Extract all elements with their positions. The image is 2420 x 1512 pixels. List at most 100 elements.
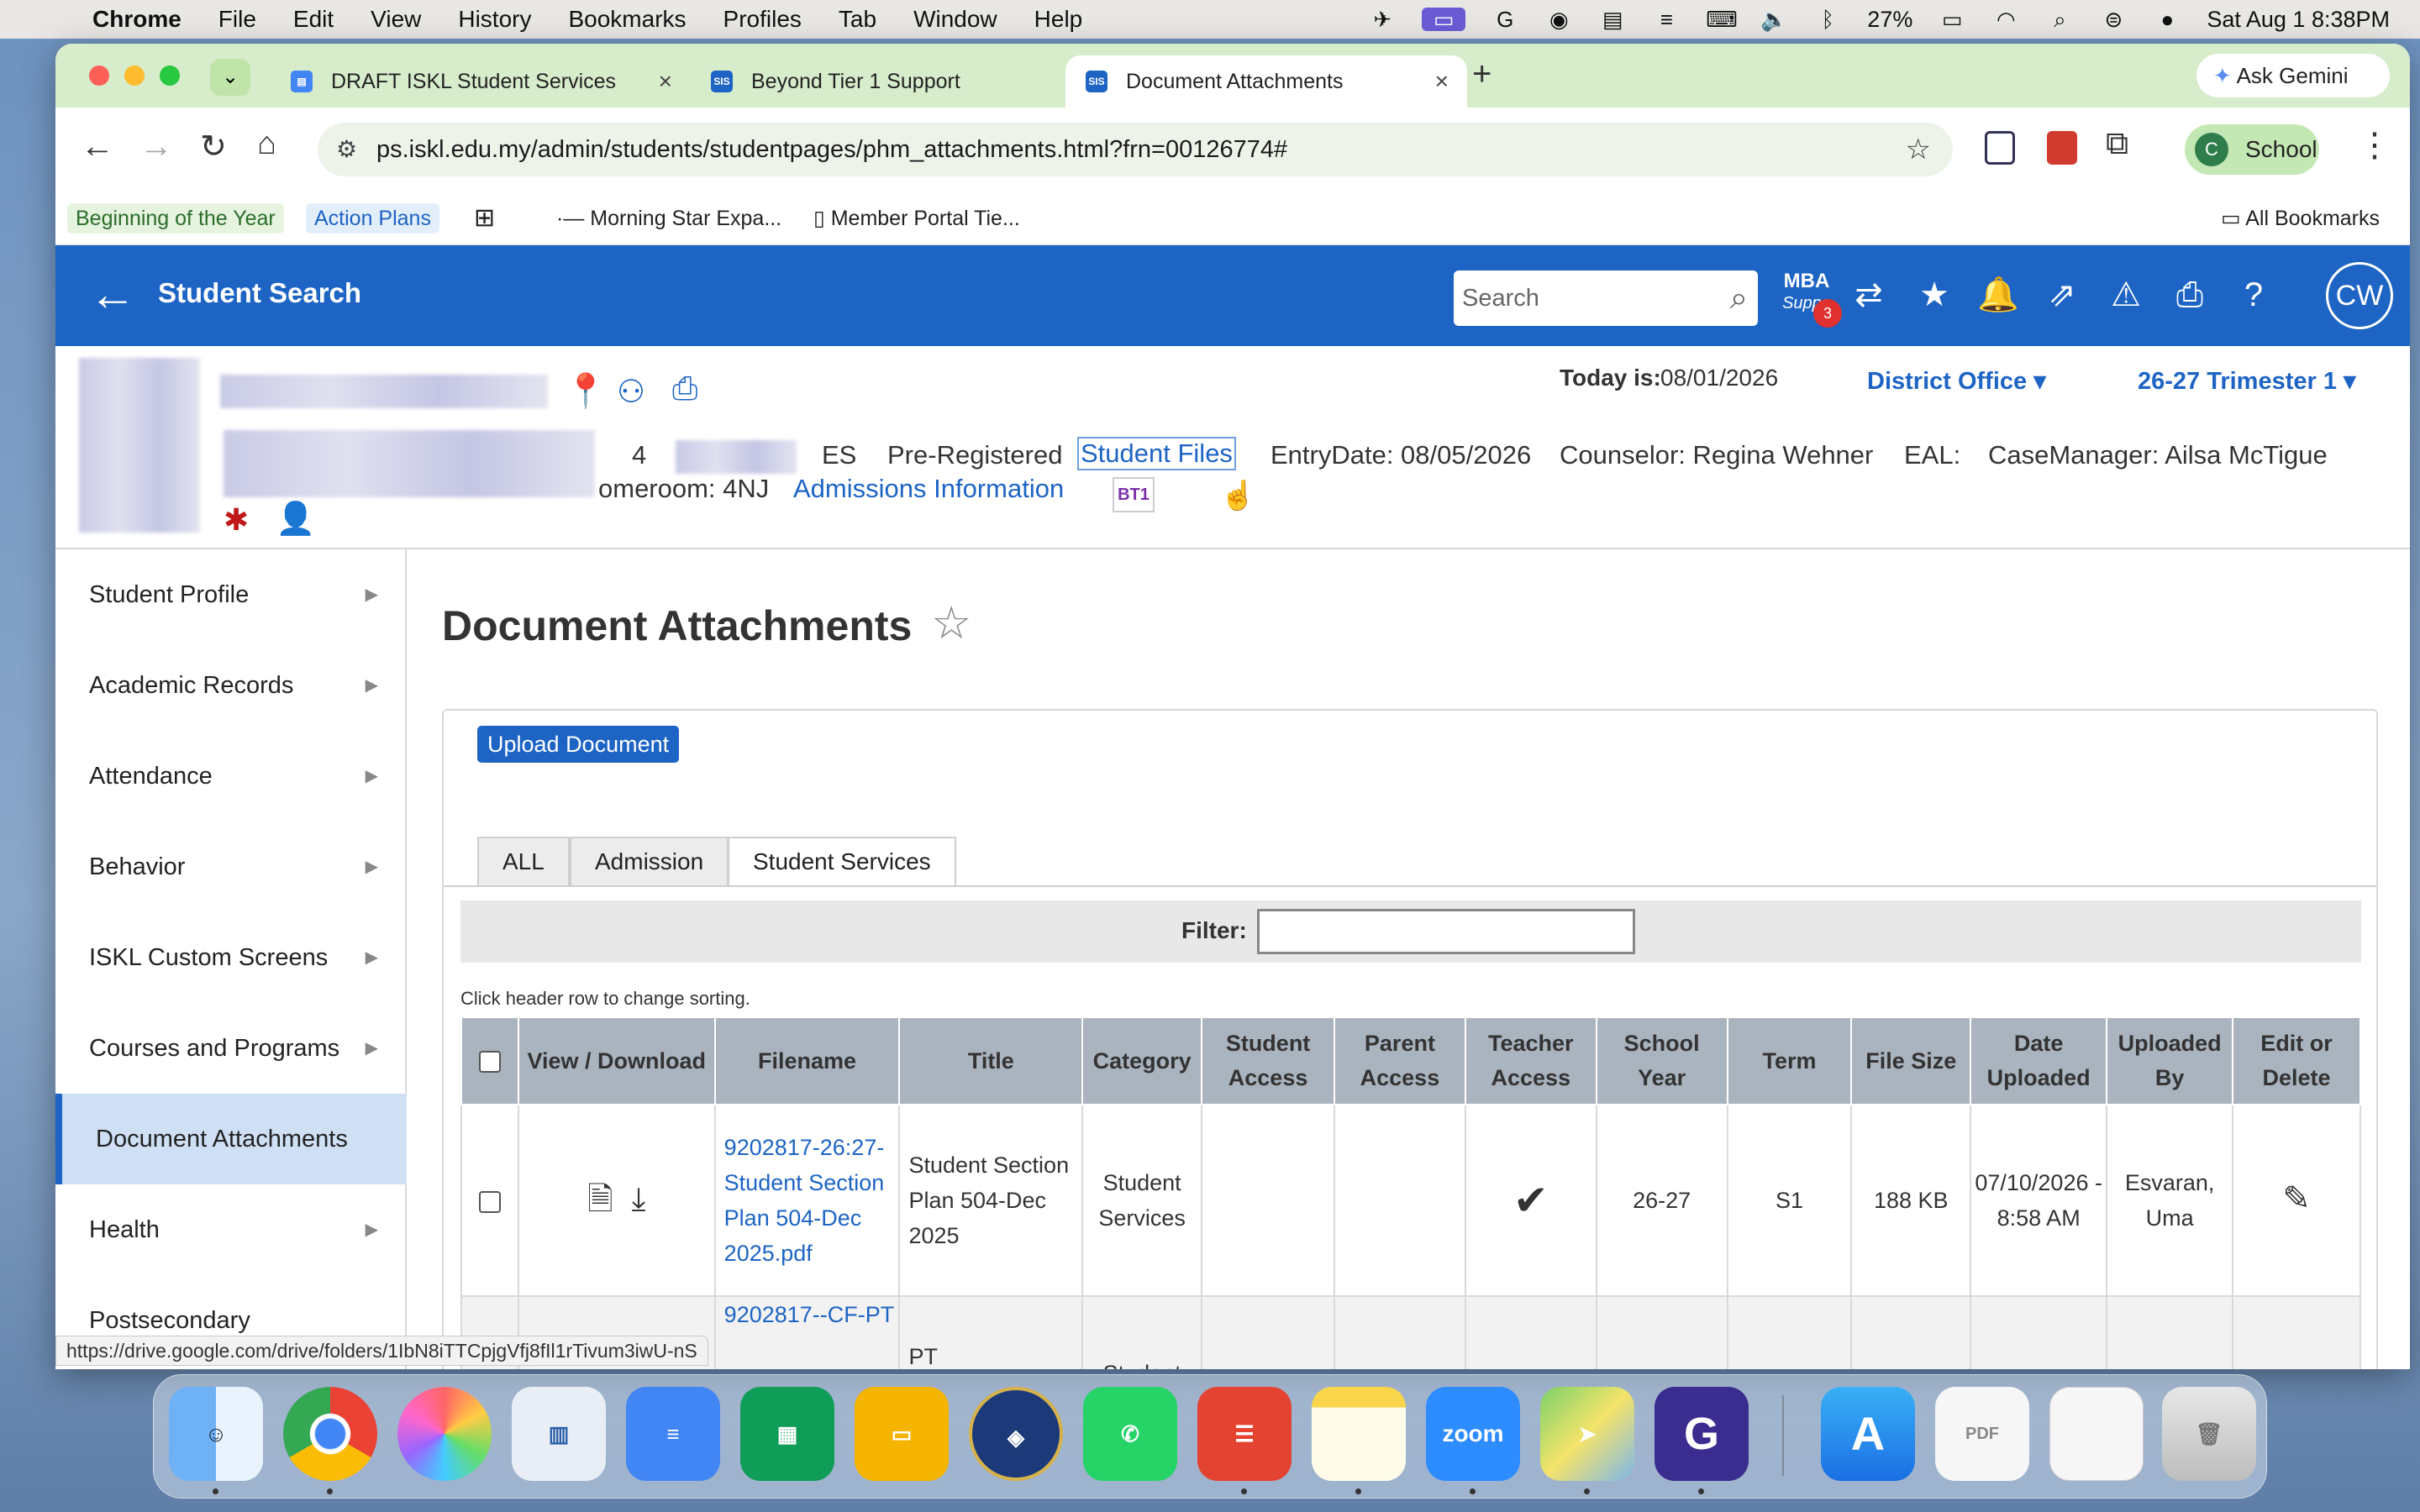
menu-bookmarks[interactable]: Bookmarks (568, 6, 686, 33)
new-tab-plus-icon[interactable]: + (1472, 55, 1491, 93)
google-slides-icon[interactable]: ▭ (855, 1387, 949, 1481)
grammarly-menu-icon[interactable]: G (1491, 8, 1519, 31)
keynote-icon[interactable]: ▥ (512, 1387, 606, 1481)
upload-document-button[interactable]: Upload Document (477, 726, 680, 763)
google-docs-icon[interactable]: ≡ (626, 1387, 720, 1481)
search-icon[interactable]: ⌕ (1730, 270, 1748, 326)
maps-icon[interactable]: ➤ (1540, 1387, 1634, 1481)
bluetooth-icon[interactable]: ᛒ (1813, 8, 1842, 31)
bookmark-action-plans[interactable]: Action Plans (306, 203, 439, 234)
close-tab-icon[interactable]: × (1435, 68, 1449, 95)
menu-window[interactable]: Window (913, 6, 997, 33)
ask-gemini-button[interactable]: ✦ Ask Gemini (2196, 54, 2390, 97)
reload-icon[interactable]: ↻ (200, 128, 227, 165)
control-center-icon[interactable]: ⊜ (2099, 8, 2128, 31)
user-tag-icon[interactable]: 👤 (276, 501, 315, 538)
help-icon[interactable]: ? (2232, 274, 2275, 316)
sidebar-item-attendance[interactable]: Attendance ▶ (55, 731, 407, 822)
google-sheets-icon[interactable]: ▦ (740, 1387, 834, 1481)
column-header[interactable]: Title (898, 1016, 1084, 1105)
menu-edit[interactable]: Edit (293, 6, 334, 33)
menu-app-name[interactable]: Chrome (92, 6, 182, 33)
switch-arrows-icon[interactable]: ⇄ (1847, 274, 1891, 316)
sidebar-item-courses-programs[interactable]: Courses and Programs ▶ (55, 1003, 407, 1094)
extension-todoist-icon[interactable] (2047, 131, 2077, 165)
student-files-link[interactable]: Student Files (1077, 437, 1236, 470)
sidebar-item-document-attachments[interactable]: Document Attachments (55, 1094, 407, 1184)
screen-share-icon[interactable]: ▭ (1422, 8, 1466, 31)
notifications-bell-icon[interactable]: 🔔 (1976, 274, 2020, 316)
volume-icon[interactable]: 🔈 (1760, 8, 1788, 31)
column-header[interactable]: Uploaded By (2106, 1016, 2234, 1105)
menu-tab[interactable]: Tab (839, 6, 876, 33)
location-pin-icon[interactable]: 📍 (565, 371, 607, 411)
minimize-window-button[interactable] (124, 66, 145, 86)
column-header[interactable]: Term (1726, 1016, 1853, 1105)
spotlight-search-icon[interactable]: ⌕ (2045, 8, 2074, 31)
menu-history[interactable]: History (458, 6, 531, 33)
site-info-icon[interactable]: ⚙ (336, 123, 357, 176)
sidebar-item-health[interactable]: Health ▶ (55, 1184, 407, 1275)
siri-icon[interactable]: ● (2153, 8, 2181, 31)
column-header[interactable]: Teacher Access (1464, 1016, 1597, 1105)
tab-search-chevron-icon[interactable]: ⌄ (210, 59, 250, 96)
tab-beyond-tier[interactable]: SIS Beyond Tier 1 Support × (691, 55, 1107, 108)
close-tab-icon[interactable]: × (659, 68, 672, 95)
zoom-menu-icon[interactable]: ◉ (1544, 8, 1573, 31)
zoom-window-button[interactable] (160, 66, 180, 86)
address-bar[interactable]: ⚙ ps.iskl.edu.my/admin/students/studentp… (318, 123, 1953, 176)
keyboard-icon[interactable]: ⌨ (1706, 8, 1738, 31)
bookmark-member-portal[interactable]: ▯ Member Portal Tie... (805, 203, 1028, 234)
chrome-menu-icon[interactable]: ⋮ (2358, 126, 2391, 165)
filename-link[interactable]: 9202817-26:27-Student Section Plan 504-D… (713, 1104, 901, 1297)
home-icon[interactable]: ⌂ (257, 126, 276, 162)
whatsapp-icon[interactable]: ✆ (1083, 1387, 1177, 1481)
close-window-button[interactable] (89, 66, 109, 86)
student-search-link[interactable]: Student Search (158, 277, 361, 309)
row-select-cell[interactable] (460, 1104, 519, 1297)
term-dropdown[interactable]: 26-27 Trimester 1 ▾ (2138, 366, 2356, 396)
filter-input[interactable] (1257, 909, 1635, 954)
column-header[interactable]: Student Access (1201, 1016, 1335, 1105)
view-document-icon[interactable]: 🗎 (587, 1182, 613, 1217)
header-search-input[interactable]: Search ⌕ (1454, 270, 1758, 326)
todoist-icon[interactable]: ☰ (1197, 1387, 1292, 1481)
column-header[interactable]: School Year (1595, 1016, 1728, 1105)
battery-icon[interactable]: ▭ (1938, 8, 1966, 31)
tab-draft-iskl[interactable]: ▤ DRAFT ISKL Student Services × (271, 55, 691, 108)
sidebar-item-behavior[interactable]: Behavior ▶ (55, 822, 407, 912)
column-header[interactable]: Edit or Delete (2232, 1016, 2361, 1105)
trash-icon[interactable]: 🗑 (2162, 1387, 2256, 1481)
add-favorite-star-icon[interactable]: ☆ (931, 596, 971, 649)
user-avatar[interactable]: CW (2326, 262, 2393, 329)
tab-admission[interactable]: Admission (570, 837, 729, 887)
zoom-icon[interactable]: zoom (1426, 1387, 1520, 1481)
bookmark-morning-star[interactable]: ·— Morning Star Expa... (548, 203, 790, 234)
forward-arrow-icon[interactable]: → (139, 128, 173, 165)
grammarly-icon[interactable]: G (1655, 1387, 1749, 1481)
alert-triangle-icon[interactable]: ⚠ (2104, 274, 2148, 316)
back-arrow-icon[interactable]: ← (81, 128, 114, 165)
admissions-information-link[interactable]: Admissions Information (793, 474, 1064, 504)
tab-document-attachments[interactable]: SIS Document Attachments × (1065, 55, 1467, 108)
tab-all[interactable]: ALL (477, 837, 570, 887)
favorites-star-icon[interactable]: ★ (1912, 274, 1956, 316)
sidebar-item-iskl-custom-screens[interactable]: ISKL Custom Screens ▶ (55, 912, 407, 1003)
menu-file[interactable]: File (218, 6, 256, 33)
mba-support-button[interactable]: MBA Suppo 3 (1780, 270, 1842, 328)
extensions-puzzle-icon[interactable]: ⧉ (2106, 126, 2128, 162)
sidebar-item-student-profile[interactable]: Student Profile ▶ (55, 549, 407, 640)
back-arrow-icon[interactable]: ← (89, 269, 136, 319)
all-bookmarks-folder[interactable]: ▭ All Bookmarks (2212, 203, 2388, 234)
column-header[interactable]: View / Download (517, 1016, 716, 1105)
notes-icon[interactable] (1312, 1387, 1406, 1481)
profile-button[interactable]: C School (2185, 124, 2319, 175)
chat-icon[interactable]: ▤ (1598, 8, 1627, 31)
bt1-badge[interactable]: BT1 (1113, 477, 1155, 512)
app-store-icon[interactable]: A (1821, 1387, 1915, 1481)
filename-link[interactable]: 9202817--CF-PT (713, 1295, 901, 1369)
bookmark-star-icon[interactable]: ☆ (1906, 123, 1931, 176)
menu-help[interactable]: Help (1034, 6, 1083, 33)
menu-profiles[interactable]: Profiles (723, 6, 802, 33)
district-office-dropdown[interactable]: District Office ▾ (1867, 366, 2046, 396)
